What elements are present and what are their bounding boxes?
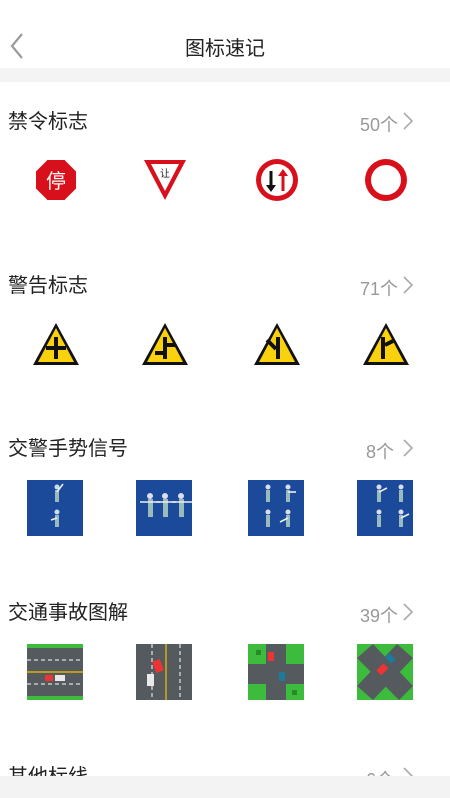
page-title: 图标速记 bbox=[185, 38, 265, 60]
yield-sign-text: 让 bbox=[160, 168, 170, 180]
accident-diagonal-crossing[interactable] bbox=[357, 642, 415, 700]
gesture-go-straight[interactable] bbox=[136, 478, 194, 536]
sign-crossroad-warning[interactable] bbox=[27, 315, 85, 373]
sign-side-road-right-warning[interactable] bbox=[357, 315, 415, 373]
stop-sign-text: 停 bbox=[46, 169, 66, 193]
gesture-right-turn[interactable] bbox=[357, 478, 415, 536]
accident-lane-change[interactable] bbox=[136, 642, 194, 700]
gesture-left-turn[interactable] bbox=[248, 478, 306, 536]
chevron-right-icon[interactable] bbox=[402, 275, 414, 295]
section-prohibition: 禁令标志 50个 停 让 bbox=[0, 105, 450, 269]
sign-yield[interactable]: 让 bbox=[136, 151, 194, 209]
section-accident-diagrams: 交通事故图解 39个 bbox=[0, 596, 450, 760]
gesture-stop-signal[interactable] bbox=[27, 478, 85, 536]
sign-side-road-left-warning[interactable] bbox=[248, 315, 306, 373]
section-title: 禁令标志 bbox=[8, 111, 88, 133]
section-title: 警告标志 bbox=[8, 275, 88, 297]
section-count[interactable]: 39个 bbox=[360, 602, 398, 628]
chevron-right-icon[interactable] bbox=[402, 602, 414, 622]
header-divider bbox=[0, 68, 450, 82]
chevron-right-icon[interactable] bbox=[402, 438, 414, 458]
section-title: 交警手势信号 bbox=[8, 438, 128, 460]
section-items bbox=[0, 478, 450, 542]
section-count[interactable]: 50个 bbox=[360, 111, 398, 137]
chevron-right-icon[interactable] bbox=[402, 111, 414, 131]
section-warning: 警告标志 71个 bbox=[0, 269, 450, 433]
section-police-gestures: 交警手势信号 8个 bbox=[0, 432, 450, 596]
section-items: 停 让 bbox=[0, 151, 450, 215]
section-items bbox=[0, 315, 450, 379]
section-count[interactable]: 71个 bbox=[360, 275, 398, 301]
sign-staggered-junction-warning[interactable] bbox=[136, 315, 194, 373]
section-count[interactable]: 8个 bbox=[366, 438, 394, 464]
section-items bbox=[0, 642, 450, 706]
sign-oncoming-priority[interactable] bbox=[248, 151, 306, 209]
sign-stop[interactable]: 停 bbox=[27, 151, 85, 209]
sign-no-entry-ring[interactable] bbox=[357, 151, 415, 209]
app-header: 图标速记 bbox=[0, 0, 450, 68]
section-title: 交通事故图解 bbox=[8, 602, 128, 624]
bottom-bar bbox=[0, 776, 450, 798]
accident-rear-end[interactable] bbox=[27, 642, 85, 700]
accident-intersection[interactable] bbox=[248, 642, 306, 700]
